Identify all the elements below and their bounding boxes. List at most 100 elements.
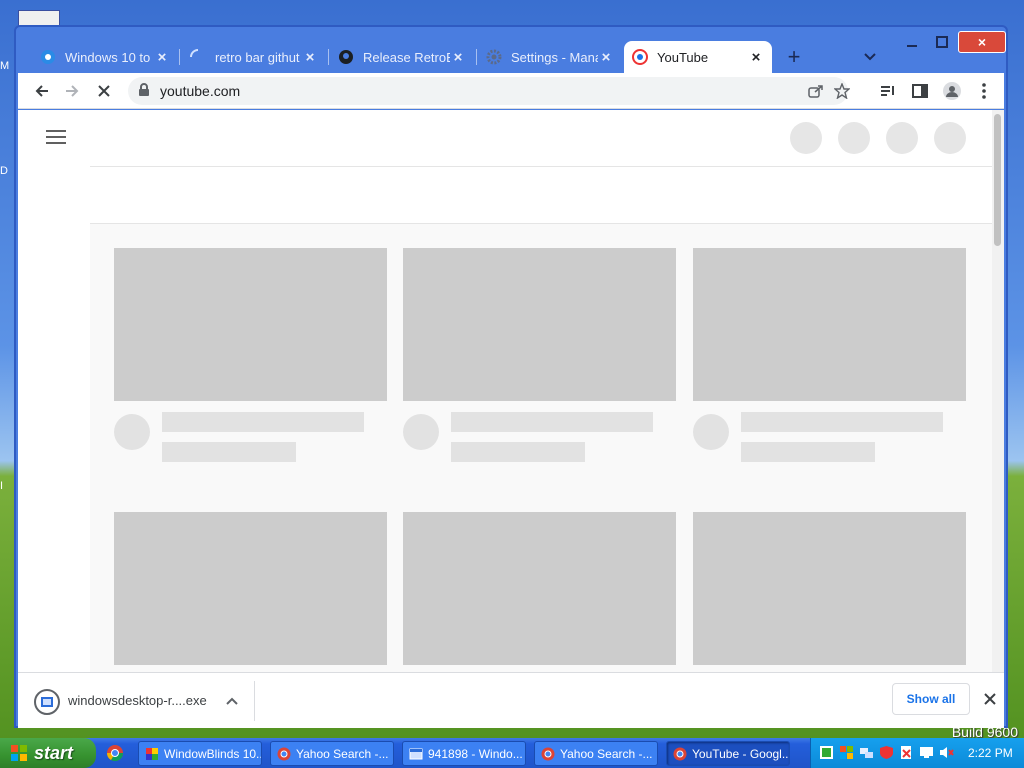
close-tab-icon[interactable]: × xyxy=(302,49,318,66)
tab-title: Windows 10 to xyxy=(65,49,151,65)
url-text: youtube.com xyxy=(160,83,241,99)
close-tab-icon[interactable]: × xyxy=(598,49,614,66)
bookmark-star-icon[interactable] xyxy=(830,79,854,103)
download-filename[interactable]: windowsdesktop-r....exe xyxy=(68,693,207,708)
more-menu-icon[interactable] xyxy=(972,79,996,103)
desktop-label-fragment: M xyxy=(0,60,10,72)
tab-divider xyxy=(328,49,329,65)
tray-flag-icon[interactable] xyxy=(839,745,854,760)
tab-search-chevron-icon[interactable] xyxy=(858,45,882,69)
download-shelf: windowsdesktop-r....exe Show all xyxy=(18,672,1004,728)
channel-avatar-placeholder xyxy=(403,414,439,450)
close-tab-icon[interactable]: × xyxy=(450,49,466,66)
share-icon[interactable] xyxy=(804,79,828,103)
profile-avatar-icon[interactable] xyxy=(940,79,964,103)
chrome-icon xyxy=(673,747,687,760)
start-label: start xyxy=(34,742,74,763)
maximize-button[interactable] xyxy=(930,31,954,53)
address-bar[interactable]: youtube.com xyxy=(128,77,850,105)
header-placeholder-circle xyxy=(790,122,822,154)
taskbar-item-yahoo-1[interactable]: Yahoo Search -... xyxy=(270,741,394,766)
tab-title: Release RetroBa xyxy=(363,49,450,65)
installer-file-icon[interactable] xyxy=(34,689,60,715)
back-arrow-icon[interactable] xyxy=(30,79,54,103)
action-center-icon[interactable] xyxy=(899,745,914,760)
forward-arrow-icon[interactable] xyxy=(60,79,84,103)
display-icon[interactable] xyxy=(919,745,934,760)
hamburger-menu-icon[interactable] xyxy=(46,130,66,144)
explorer-window-icon xyxy=(409,748,423,759)
meta-line-placeholder xyxy=(162,442,296,462)
video-grid xyxy=(90,224,992,672)
chrome-icon xyxy=(277,747,291,760)
close-shelf-icon[interactable] xyxy=(980,689,1000,709)
chrome-quicklaunch-icon[interactable] xyxy=(106,744,124,762)
task-label: 941898 - Windo... xyxy=(428,746,523,761)
video-thumbnail-placeholder xyxy=(114,512,387,665)
tab-title: retro bar githut xyxy=(215,49,300,65)
show-all-button[interactable]: Show all xyxy=(892,683,970,715)
new-tab-button[interactable]: + xyxy=(782,44,806,69)
volume-muted-icon[interactable] xyxy=(939,745,954,760)
desktop-label-fragment: D xyxy=(0,165,8,177)
tab-windows10[interactable]: Windows 10 to × xyxy=(32,41,178,73)
tab-title: Settings - Mana xyxy=(511,49,598,65)
video-thumbnail-placeholder xyxy=(114,248,387,401)
close-tab-icon[interactable]: × xyxy=(154,49,170,66)
taskbar-item-explorer[interactable]: 941898 - Windo... xyxy=(402,741,526,766)
taskbar-item-yahoo-2[interactable]: Yahoo Search -... xyxy=(534,741,658,766)
edge-icon xyxy=(40,49,56,65)
meta-line-placeholder xyxy=(741,442,875,462)
shelf-divider xyxy=(254,681,255,721)
tab-retro-bar[interactable]: retro bar githut × xyxy=(182,41,326,73)
gear-icon xyxy=(486,49,502,65)
browser-window: Windows 10 to × retro bar githut × Relea… xyxy=(14,25,1008,728)
windows-flag-icon xyxy=(11,745,27,761)
minimize-button[interactable] xyxy=(900,31,924,53)
channel-avatar-placeholder xyxy=(693,414,729,450)
scrollbar-thumb[interactable] xyxy=(994,114,1001,246)
tab-divider xyxy=(179,49,180,65)
taskbar-item-windowblinds[interactable]: WindowBlinds 10.... xyxy=(138,741,262,766)
task-label: Yahoo Search -... xyxy=(296,746,389,761)
stop-loading-icon[interactable] xyxy=(92,79,116,103)
video-thumbnail-placeholder xyxy=(403,248,676,401)
chevron-up-icon[interactable] xyxy=(222,691,242,711)
video-thumbnail-placeholder xyxy=(693,248,966,401)
tab-youtube[interactable]: YouTube × xyxy=(624,41,772,73)
chrome-icon xyxy=(541,747,555,760)
page-scrollbar[interactable] xyxy=(992,110,1004,672)
desktop-label-fragment: I xyxy=(0,480,4,492)
window-close-button[interactable]: × xyxy=(958,31,1006,53)
task-label: Yahoo Search -... xyxy=(560,746,653,761)
tab-strip: Windows 10 to × retro bar githut × Relea… xyxy=(16,27,1006,73)
tray-app-icon[interactable] xyxy=(819,745,834,760)
github-icon xyxy=(338,49,354,65)
task-label: YouTube - Googl... xyxy=(692,746,790,761)
tab-divider xyxy=(476,49,477,65)
start-button[interactable]: start xyxy=(0,738,96,768)
network-icon[interactable] xyxy=(859,745,874,760)
video-thumbnail-placeholder xyxy=(693,512,966,665)
taskbar-clock[interactable]: 2:22 PM xyxy=(968,746,1013,760)
windowblinds-icon xyxy=(146,747,158,760)
security-shield-icon[interactable] xyxy=(879,745,894,760)
taskbar-item-youtube[interactable]: YouTube - Googl... xyxy=(666,741,790,766)
meta-line-placeholder xyxy=(451,442,585,462)
youtube-icon xyxy=(632,49,648,65)
tab-title: YouTube xyxy=(657,49,709,65)
reading-list-icon[interactable] xyxy=(876,79,900,103)
tab-release-retrobar[interactable]: Release RetroBa × xyxy=(330,41,474,73)
header-placeholder-circle xyxy=(934,122,966,154)
header-placeholder-circle xyxy=(886,122,918,154)
close-tab-icon[interactable]: × xyxy=(748,49,764,66)
title-line-placeholder xyxy=(162,412,364,432)
side-panel-icon[interactable] xyxy=(908,79,932,103)
tab-settings[interactable]: Settings - Mana × xyxy=(478,41,622,73)
video-thumbnail-placeholder xyxy=(403,512,676,665)
taskbar: start WindowBlinds 10.... Yahoo Search -… xyxy=(0,738,1024,768)
task-label: WindowBlinds 10.... xyxy=(164,746,262,761)
channel-avatar-placeholder xyxy=(114,414,150,450)
header-placeholder-circle xyxy=(838,122,870,154)
lock-icon[interactable] xyxy=(138,83,150,102)
